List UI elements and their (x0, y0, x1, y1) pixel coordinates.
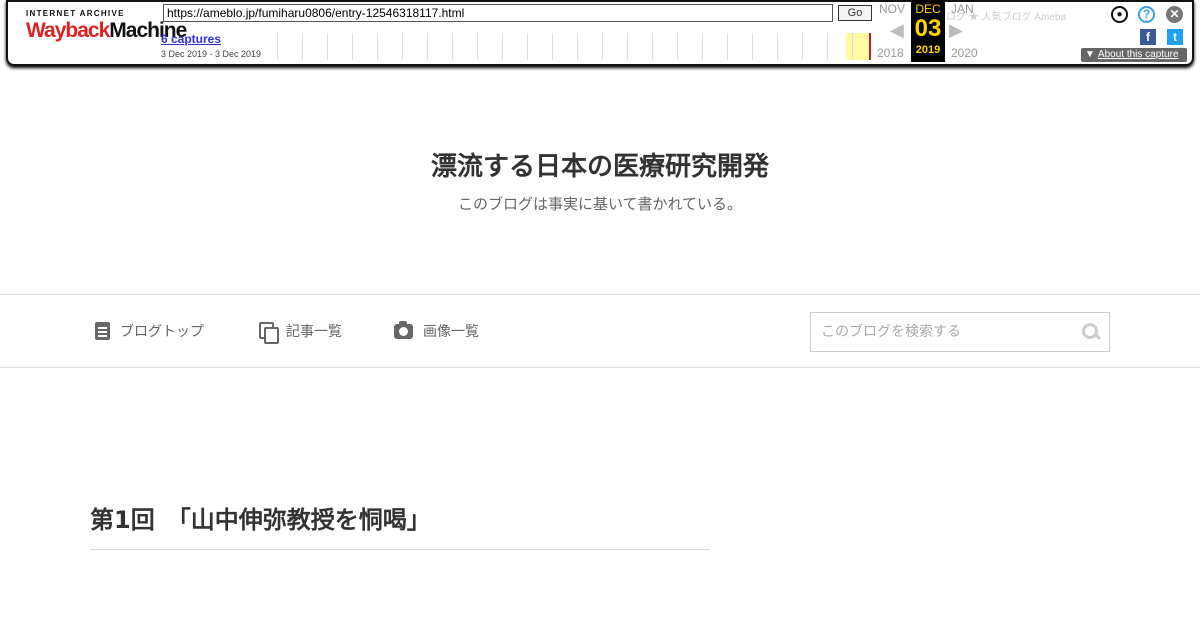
nav-item-article-list[interactable]: 記事一覧 (259, 320, 342, 344)
current-month-highlight (846, 33, 870, 60)
dropdown-triangle-icon: ▼ (1085, 49, 1095, 60)
twitter-icon[interactable]: t (1167, 29, 1183, 45)
sparkline-month-tick (527, 33, 528, 60)
sparkline-month-tick (277, 33, 278, 60)
sparkline-month-tick (677, 33, 678, 60)
sparkline-month-tick (627, 33, 628, 60)
prev-month-label[interactable]: NOV (879, 2, 905, 16)
sparkline-month-tick (802, 33, 803, 60)
next-year-label[interactable]: 2020 (951, 46, 978, 60)
wayback-url-input[interactable]: https://ameblo.jp/fumiharu0806/entry-125… (163, 4, 833, 22)
sparkline-month-tick (427, 33, 428, 60)
current-day: 03 (914, 15, 942, 42)
next-month-label[interactable]: JAN (951, 2, 974, 16)
nav-item-label: 画像一覧 (423, 324, 479, 340)
captures-link[interactable]: 6 captures (161, 32, 221, 46)
blog-title[interactable]: 漂流する日本の医療研究開発 (0, 146, 1200, 183)
capture-sparkline[interactable] (271, 33, 871, 60)
wayback-toolbar: ブログ ★ 人気ブログ Ameba INTERNET ARCHIVE Wayba… (6, 0, 1194, 66)
sparkline-month-tick (477, 33, 478, 60)
document-icon (95, 322, 110, 340)
blog-nav: ブログトップ 記事一覧 画像一覧 (0, 294, 1200, 368)
sparkline-month-tick (852, 33, 853, 60)
sparkline-month-tick (327, 33, 328, 60)
nav-item-image-list[interactable]: 画像一覧 (394, 320, 479, 342)
camera-icon (394, 320, 413, 339)
search-input[interactable] (811, 313, 1071, 351)
next-capture-arrow-icon[interactable]: ▶ (949, 20, 963, 41)
current-year: 2019 (915, 44, 941, 56)
sparkline-month-tick (827, 33, 828, 60)
sparkline-month-tick (377, 33, 378, 60)
sparkline-month-tick (752, 33, 753, 60)
prev-capture-arrow-icon[interactable]: ◀ (890, 20, 904, 41)
sparkline-month-tick (402, 33, 403, 60)
sparkline-month-tick (777, 33, 778, 60)
go-button[interactable]: Go (838, 5, 872, 21)
sparkline-month-tick (502, 33, 503, 60)
logo-wayback-machine: WaybackMachine (26, 19, 187, 42)
sparkline-month-tick (302, 33, 303, 60)
sparkline-month-tick (352, 33, 353, 60)
wayback-logo[interactable]: INTERNET ARCHIVE WaybackMachine (26, 9, 187, 49)
sparkline-month-tick (702, 33, 703, 60)
article-title[interactable]: 第1回 「山中伸弥教授を恫喝」 (90, 500, 710, 550)
current-capture-marker (869, 33, 871, 60)
sparkline-month-tick (652, 33, 653, 60)
nav-item-label: 記事一覧 (286, 324, 342, 340)
prev-year-label[interactable]: 2018 (877, 46, 904, 60)
sparkline-month-tick (602, 33, 603, 60)
about-capture-button[interactable]: ▼ About this capture (1081, 48, 1187, 62)
help-icon[interactable]: ? (1138, 6, 1155, 23)
sparkline-month-tick (452, 33, 453, 60)
current-month: DEC (915, 2, 941, 16)
close-icon[interactable]: ✕ (1166, 6, 1183, 23)
sparkline-month-tick (577, 33, 578, 60)
blog-description: このブログは事実に基いて書かれている。 (457, 195, 743, 213)
capture-date-range: 3 Dec 2019 - 3 Dec 2019 (161, 49, 262, 59)
facebook-icon[interactable]: f (1140, 29, 1156, 45)
nav-item-label: ブログトップ (120, 324, 204, 340)
search-icon[interactable] (1082, 323, 1100, 341)
nav-item-blog-top[interactable]: ブログトップ (95, 320, 204, 342)
logo-internet-archive: INTERNET ARCHIVE (26, 9, 125, 18)
sparkline-month-tick (552, 33, 553, 60)
user-account-icon[interactable]: ● (1111, 6, 1128, 23)
copy-icon (259, 322, 279, 344)
current-capture-date: DEC 03 2019 (911, 0, 945, 62)
sparkline-month-tick (727, 33, 728, 60)
blog-search (810, 312, 1110, 352)
